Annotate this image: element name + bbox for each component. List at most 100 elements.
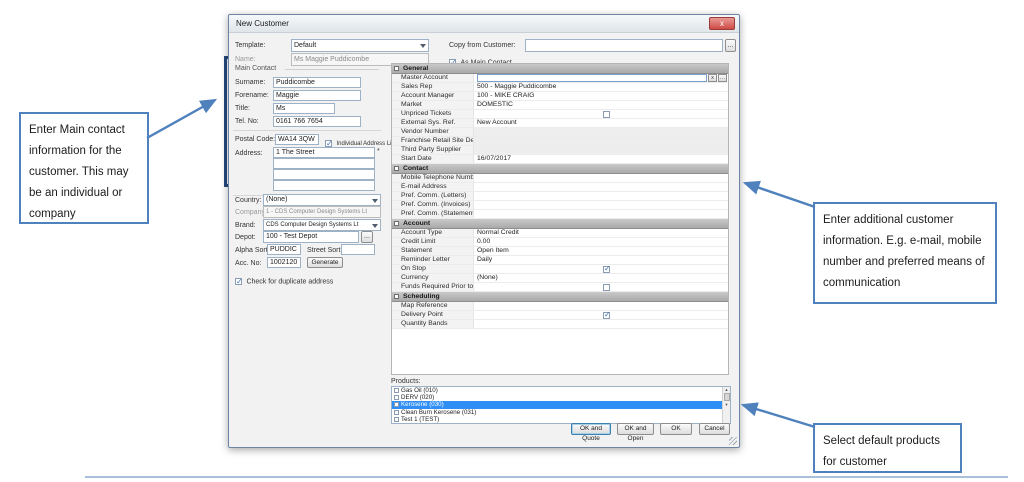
scroll-up-icon[interactable]: ▲: [725, 387, 729, 392]
grid-row[interactable]: Account TypeNormal Credit: [392, 229, 728, 238]
address-line-2-input[interactable]: [273, 158, 375, 169]
grid-row-value[interactable]: [474, 210, 728, 218]
surname-input[interactable]: Puddicombe: [273, 77, 361, 88]
product-item[interactable]: Clean Burn Kerosene (031): [392, 409, 730, 416]
grid-section-header[interactable]: General: [392, 64, 728, 74]
postal-code-input[interactable]: WA14 3QW: [275, 134, 319, 145]
ok-and-open-button[interactable]: OK and Open: [617, 423, 654, 435]
checkbox-checked-icon[interactable]: [603, 266, 610, 273]
grid-row[interactable]: Sales Rep500 - Maggie Puddicombe: [392, 83, 728, 92]
grid-row[interactable]: MarketDOMESTIC: [392, 101, 728, 110]
grid-row[interactable]: Unpriced Tickets: [392, 110, 728, 119]
grid-row-value[interactable]: DOMESTIC: [474, 101, 728, 109]
grid-row-value[interactable]: (None): [474, 274, 728, 282]
checkbox-unchecked-icon[interactable]: [603, 111, 610, 118]
grid-section-header[interactable]: Scheduling: [392, 292, 728, 302]
grid-row[interactable]: Mobile Telephone Number: [392, 174, 728, 183]
depot-input[interactable]: 100 - Test Depot: [263, 231, 359, 243]
address-line-3-input[interactable]: [273, 169, 375, 180]
checkbox-unchecked-icon[interactable]: [394, 388, 399, 393]
grid-row[interactable]: Third Party Supplier: [392, 146, 728, 155]
grid-row-value[interactable]: [474, 192, 728, 200]
copy-from-input[interactable]: [525, 39, 723, 52]
title-input[interactable]: Ms: [273, 103, 335, 114]
grid-row-value[interactable]: [474, 128, 728, 136]
grid-row-value[interactable]: [474, 201, 728, 209]
grid-row[interactable]: Pref. Comm. (Invoices): [392, 201, 728, 210]
grid-row[interactable]: On Stop: [392, 265, 728, 274]
grid-row[interactable]: Vendor Number: [392, 128, 728, 137]
brand-select[interactable]: CDS Computer Design Systems Lt: [263, 219, 381, 231]
address-line-4-input[interactable]: [273, 180, 375, 191]
checkbox-unchecked-icon[interactable]: [394, 402, 399, 407]
resize-grip-icon[interactable]: [729, 437, 737, 445]
depot-browse-button[interactable]: …: [361, 231, 373, 243]
forename-input[interactable]: Maggie: [273, 90, 361, 101]
checkbox-unchecked-icon[interactable]: [603, 284, 610, 291]
alpha-sort-input[interactable]: PUDDIC: [267, 244, 301, 255]
cancel-button[interactable]: Cancel: [699, 423, 730, 435]
grid-row[interactable]: Account Manager100 - MIKE CRAIG: [392, 92, 728, 101]
grid-row-value[interactable]: 100 - MIKE CRAIG: [474, 92, 728, 100]
grid-row-value[interactable]: Daily: [474, 256, 728, 264]
grid-row-value[interactable]: [474, 183, 728, 191]
products-scrollbar[interactable]: ▲ ▼: [722, 387, 730, 423]
lookup-input[interactable]: [477, 74, 707, 82]
acc-no-input[interactable]: 1002120: [267, 257, 301, 268]
grid-row[interactable]: Reminder LetterDaily: [392, 256, 728, 265]
dialog-titlebar[interactable]: New Customer x: [229, 15, 739, 33]
check-duplicate-checkbox[interactable]: Check for duplicate address: [235, 273, 333, 291]
grid-row-value[interactable]: [474, 137, 728, 145]
tel-no-input[interactable]: 0161 766 7654: [273, 116, 361, 127]
generate-button[interactable]: Generate: [307, 257, 343, 268]
grid-row-value[interactable]: [474, 302, 728, 310]
products-list[interactable]: Gas Oil (010)DERV (020)Kerosene (030)Cle…: [391, 386, 731, 424]
grid-row-value[interactable]: 0.00: [474, 238, 728, 246]
copy-from-browse-button[interactable]: …: [725, 39, 736, 52]
checkbox-checked-icon[interactable]: [603, 312, 610, 319]
grid-row-value[interactable]: [474, 311, 728, 319]
close-button[interactable]: x: [709, 17, 735, 30]
checkbox-unchecked-icon[interactable]: [394, 417, 399, 422]
country-select[interactable]: (None): [263, 194, 381, 206]
grid-row-value[interactable]: Normal Credit: [474, 229, 728, 237]
grid-row[interactable]: External Sys. Ref.New Account: [392, 119, 728, 128]
product-item[interactable]: DERV (020): [392, 394, 730, 401]
grid-row[interactable]: Start Date16/07/2017: [392, 155, 728, 164]
grid-row[interactable]: Credit Limit0.00: [392, 238, 728, 247]
ok-button[interactable]: OK: [660, 423, 692, 435]
product-item[interactable]: Gas Oil (010): [392, 387, 730, 394]
grid-row-value[interactable]: 16/07/2017: [474, 155, 728, 163]
grid-section-header[interactable]: Contact: [392, 164, 728, 174]
grid-section-header[interactable]: Account: [392, 219, 728, 229]
grid-row-value[interactable]: [474, 110, 728, 118]
grid-row[interactable]: Master Accountx…: [392, 74, 728, 83]
product-item[interactable]: Test 1 (TEST): [392, 416, 730, 423]
grid-row[interactable]: E-mail Address: [392, 183, 728, 192]
street-sort-input[interactable]: [341, 244, 375, 255]
grid-row-value[interactable]: New Account: [474, 119, 728, 127]
scrollbar-thumb[interactable]: [724, 393, 730, 401]
scroll-down-icon[interactable]: ▼: [725, 402, 729, 407]
checkbox-unchecked-icon[interactable]: [394, 410, 399, 415]
browse-button[interactable]: …: [718, 74, 727, 82]
template-select[interactable]: Default: [291, 39, 429, 52]
grid-row[interactable]: Currency(None): [392, 274, 728, 283]
grid-row[interactable]: Funds Required Prior to Dispatch: [392, 283, 728, 292]
address-line-1-input[interactable]: 1 The Street: [273, 147, 375, 158]
grid-row-value[interactable]: 500 - Maggie Puddicombe: [474, 83, 728, 91]
ok-and-quote-button[interactable]: OK and Quote: [571, 423, 611, 435]
grid-row[interactable]: Map Reference: [392, 302, 728, 311]
grid-row-value[interactable]: [474, 174, 728, 182]
grid-row-value[interactable]: x…: [474, 74, 728, 82]
grid-row[interactable]: StatementOpen Item: [392, 247, 728, 256]
grid-row-value[interactable]: [474, 320, 728, 328]
grid-row[interactable]: Franchise Retail Site Depot: [392, 137, 728, 146]
grid-row-value[interactable]: Open Item: [474, 247, 728, 255]
grid-row[interactable]: Quantity Bands: [392, 320, 728, 329]
grid-row[interactable]: Pref. Comm. (Statements): [392, 210, 728, 219]
grid-row-value[interactable]: [474, 283, 728, 291]
clear-button[interactable]: x: [708, 74, 717, 82]
grid-row[interactable]: Pref. Comm. (Letters): [392, 192, 728, 201]
grid-row-value[interactable]: [474, 146, 728, 154]
